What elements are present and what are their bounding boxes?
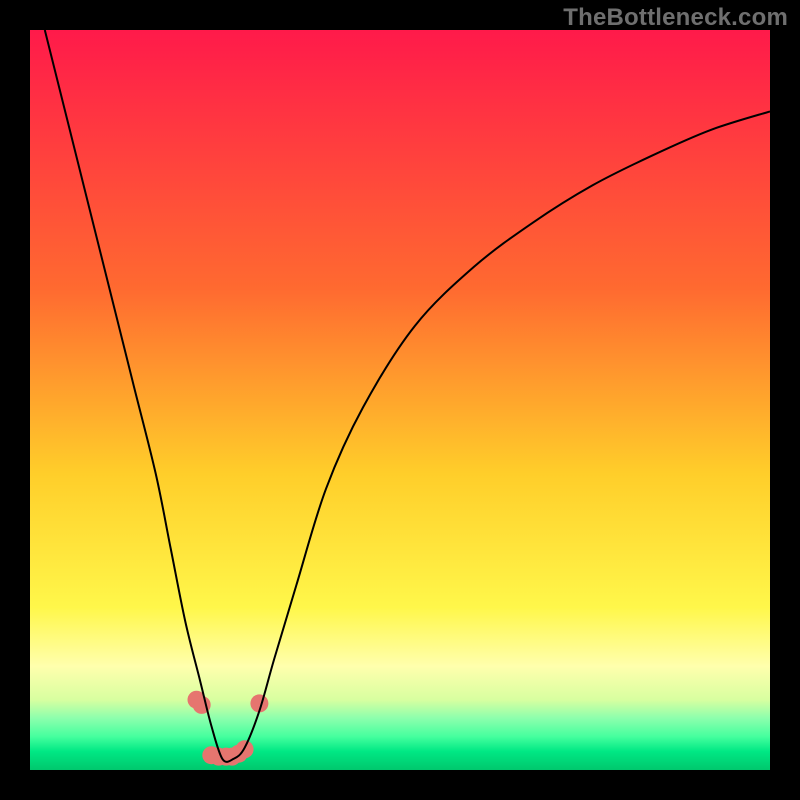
outer-frame: TheBottleneck.com [0, 0, 800, 800]
gradient-background [30, 30, 770, 770]
bottleneck-chart [30, 30, 770, 770]
plot-area [30, 30, 770, 770]
watermark-text: TheBottleneck.com [563, 4, 788, 32]
